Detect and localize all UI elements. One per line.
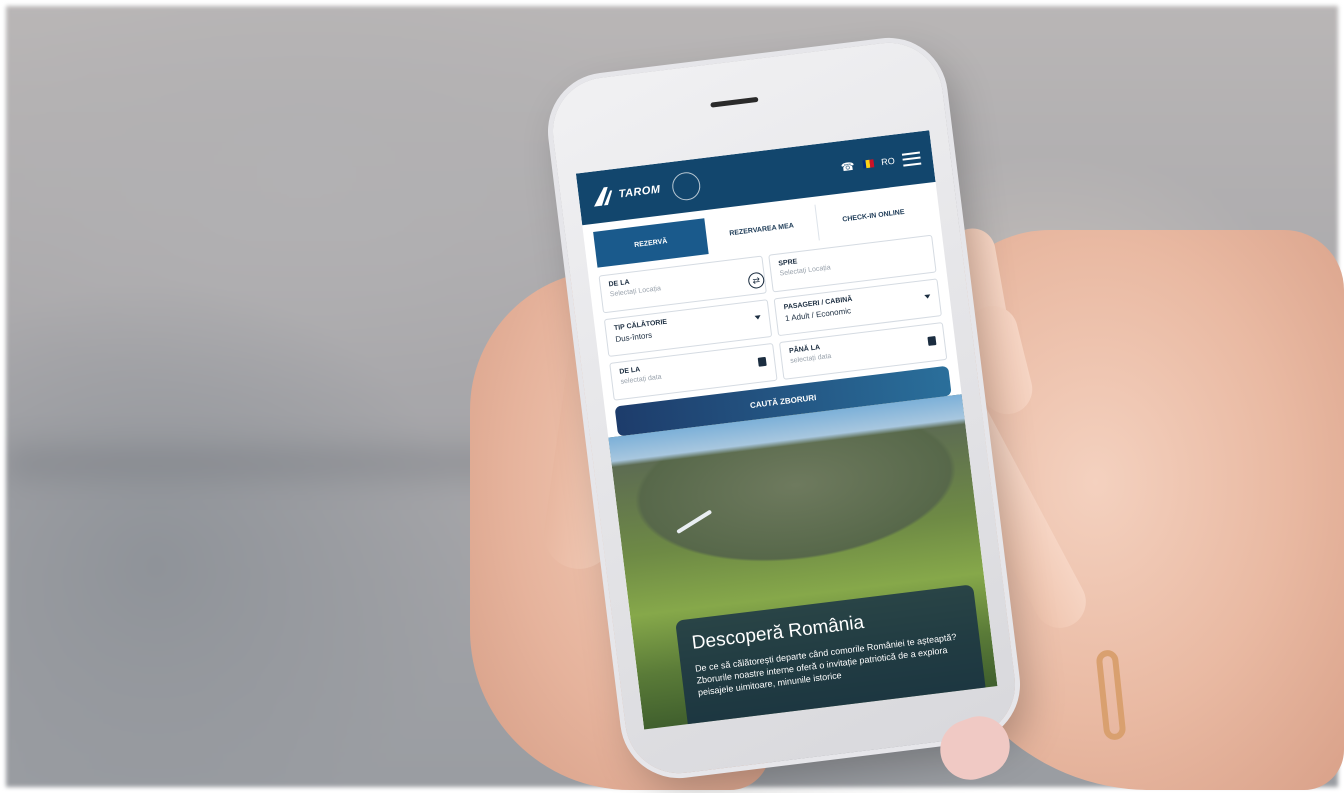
snow-patch <box>676 509 713 535</box>
calendar-icon <box>757 356 767 367</box>
logo-text: TAROM <box>618 183 662 201</box>
language-label[interactable]: RO <box>881 156 896 168</box>
header-actions: ☎ RO <box>840 151 922 174</box>
chevron-down-icon <box>924 294 931 300</box>
phone-icon[interactable]: ☎ <box>840 159 855 174</box>
hero-mountain-image: Descoperă România De ce să călătorești d… <box>608 394 998 730</box>
hamburger-menu-icon[interactable] <box>901 151 922 167</box>
chevron-down-icon <box>754 315 761 320</box>
hero-card[interactable]: Descoperă România De ce să călătorești d… <box>675 584 988 730</box>
anniversary-emblem-icon <box>670 170 702 202</box>
calendar-icon <box>927 336 937 346</box>
tarom-logo[interactable]: TAROM <box>590 179 662 209</box>
tarom-logo-icon <box>594 186 613 207</box>
phone-speaker <box>710 96 759 108</box>
romania-flag-icon[interactable] <box>861 159 874 169</box>
phone-screen: TAROM ☎ RO REZERVĂ REZERVAREA MEA CHECK-… <box>575 130 998 730</box>
